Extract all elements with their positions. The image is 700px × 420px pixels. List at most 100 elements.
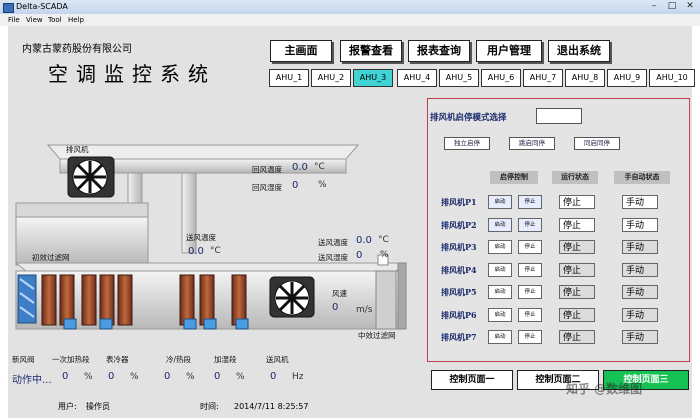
- air-hum-value: 0: [356, 250, 363, 261]
- menu-file[interactable]: File: [8, 14, 20, 26]
- col-header-run-state: 运行状态: [552, 171, 598, 184]
- nav-report-button[interactable]: 报表查询: [408, 40, 470, 62]
- preheat-value: 0: [62, 371, 69, 382]
- menu-view[interactable]: View: [26, 14, 43, 26]
- tab-ahu-1[interactable]: AHU_1: [269, 69, 309, 87]
- maximize-icon[interactable]: □: [664, 1, 680, 12]
- fan-stop-button[interactable]: 停止: [518, 218, 542, 232]
- fan-start-button[interactable]: 启动: [488, 195, 512, 209]
- user-label: 用户:: [58, 402, 77, 411]
- fan-start-button[interactable]: 启动: [488, 308, 512, 322]
- tab-ahu-9[interactable]: AHU_9: [607, 69, 647, 87]
- air-temp-label: 送风温度: [318, 238, 348, 247]
- air-temp-unit: °C: [378, 235, 389, 245]
- fan-auto-state: 手动: [622, 263, 658, 277]
- tab-ahu-7[interactable]: AHU_7: [523, 69, 563, 87]
- tab-ahu-5[interactable]: AHU_5: [439, 69, 479, 87]
- tab-ahu-6[interactable]: AHU_6: [481, 69, 521, 87]
- ahu-top: [14, 262, 408, 272]
- independent-start-stop-button[interactable]: 独立启停: [444, 137, 490, 150]
- fan-auto-state: 手动: [622, 285, 658, 299]
- air-hum-label: 送风湿度: [318, 253, 348, 262]
- reheat-coil-1: [179, 274, 195, 326]
- cooler-coil-1: [81, 274, 97, 326]
- return-temp-unit: °C: [314, 162, 325, 172]
- fan-name-label: 排风机P1: [441, 197, 477, 207]
- fan-run-state: 停止: [559, 330, 595, 344]
- mid-filter-label: 中效过滤网: [358, 331, 396, 340]
- tab-ahu-3[interactable]: AHU_3: [353, 69, 393, 87]
- humidify-unit: %: [236, 372, 245, 382]
- cooler-coil-3: [117, 274, 133, 326]
- cooler-value: 0: [108, 371, 115, 382]
- jump-start-same-stop-button[interactable]: 跳启同停: [509, 137, 555, 150]
- fan-start-button[interactable]: 启动: [488, 263, 512, 277]
- same-start-stop-button[interactable]: 同启同停: [574, 137, 620, 150]
- tab-ahu-10[interactable]: AHU_10: [649, 69, 695, 87]
- watermark: 知乎 @数维图: [566, 382, 643, 396]
- mid-duct: [15, 202, 149, 218]
- menu-help[interactable]: Help: [68, 14, 84, 26]
- fan-name-label: 排风机P4: [441, 265, 477, 275]
- fan-start-button[interactable]: 启动: [488, 218, 512, 232]
- fan-stop-button[interactable]: 停止: [518, 195, 542, 209]
- bottom-label-supply-fan: 送风机: [266, 355, 289, 364]
- return-hum-label: 回风湿度: [252, 183, 282, 192]
- fresh-damper-value: 动作中...: [12, 375, 52, 386]
- window-title: Delta-SCADA: [16, 2, 68, 11]
- time-value: 2014/7/11 8:25:57: [234, 402, 309, 411]
- fan-auto-state: 手动: [622, 195, 658, 209]
- coldheat-unit: %: [186, 372, 195, 382]
- humidifier-coil: [231, 274, 247, 326]
- mid-filter: [375, 270, 397, 330]
- return-temp-label: 回风温度: [252, 165, 282, 174]
- mode-select-label: 排风机启停模式选择: [430, 113, 507, 123]
- fan-name-label: 排风机P3: [441, 242, 477, 252]
- bottom-label-preheat: 一次加热段: [52, 355, 90, 364]
- cooler-unit: %: [130, 372, 139, 382]
- nav-exit-button[interactable]: 退出系统: [548, 40, 610, 62]
- bottom-label-cooler: 表冷器: [106, 355, 129, 364]
- control-page-1-button[interactable]: 控制页面一: [431, 370, 513, 390]
- minimize-icon[interactable]: –: [646, 1, 662, 12]
- humidify-value: 0: [214, 371, 221, 382]
- fan-start-button[interactable]: 启动: [488, 285, 512, 299]
- primary-filter-label: 初效过滤网: [32, 253, 70, 262]
- preheat-coil-1: [41, 274, 57, 326]
- nav-alarm-button[interactable]: 报警查看: [340, 40, 402, 62]
- tab-ahu-8[interactable]: AHU_8: [565, 69, 605, 87]
- fan-auto-state: 手动: [622, 240, 658, 254]
- time-label: 时间:: [200, 402, 219, 411]
- fan-run-state: 停止: [559, 218, 595, 232]
- wind-speed-value: 0: [332, 302, 339, 313]
- status-bar: 用户: 操作员 时间: 2014/7/11 8:25:57: [8, 396, 692, 418]
- menu-tool[interactable]: Tool: [48, 14, 62, 26]
- mode-select-field[interactable]: [536, 108, 582, 124]
- ahu-side: [397, 262, 407, 330]
- cooler-coil-2: [99, 274, 115, 326]
- supply-fan-unit: Hz: [292, 372, 304, 382]
- tab-ahu-4[interactable]: AHU_4: [397, 69, 437, 87]
- nav-user-button[interactable]: 用户管理: [476, 40, 542, 62]
- fan-name-label: 排风机P7: [441, 332, 477, 342]
- wind-speed-label: 风速: [332, 289, 347, 298]
- preheat-unit: %: [84, 372, 93, 382]
- nav-main-button[interactable]: 主画面: [270, 40, 332, 62]
- fan-stop-button[interactable]: 停止: [518, 308, 542, 322]
- fan-stop-button[interactable]: 停止: [518, 240, 542, 254]
- tab-ahu-2[interactable]: AHU_2: [311, 69, 351, 87]
- fan-stop-button[interactable]: 停止: [518, 263, 542, 277]
- fan-stop-button[interactable]: 停止: [518, 285, 542, 299]
- menu-bar: File View Tool Help: [0, 14, 700, 26]
- fan-stop-button[interactable]: 停止: [518, 330, 542, 344]
- close-icon[interactable]: ✕: [682, 1, 698, 12]
- reheat-coil-2: [199, 274, 215, 326]
- fan-auto-state: 手动: [622, 218, 658, 232]
- col-header-control: 启停控制: [490, 171, 538, 184]
- bottom-label-humidify: 加湿段: [214, 355, 237, 364]
- preheat-coil-2: [59, 274, 75, 326]
- fan-start-button[interactable]: 启动: [488, 330, 512, 344]
- fan-run-state: 停止: [559, 195, 595, 209]
- system-title: 空调监控系统: [48, 62, 216, 86]
- fan-start-button[interactable]: 启动: [488, 240, 512, 254]
